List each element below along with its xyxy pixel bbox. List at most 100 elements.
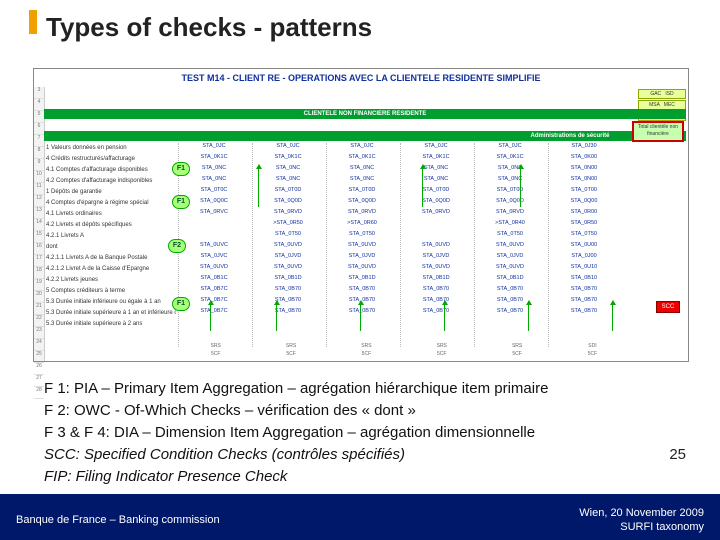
- note-line: F 1: PIA – Primary Item Aggregation – ag…: [44, 378, 684, 400]
- data-cell: STA_0R00: [554, 209, 614, 220]
- up-arrow-icon: [276, 301, 277, 331]
- row-label: 5.3 Durée initiale inférieure ou égale à…: [46, 297, 176, 308]
- data-cell: STA_0JC: [332, 143, 392, 154]
- data-cell: STA_0UVD: [184, 264, 244, 275]
- row-label: 4.1 Comptes d'affacturage disponibles: [46, 165, 176, 176]
- data-cell: STA_0B1D: [406, 275, 466, 286]
- badge: GAC: [650, 91, 661, 97]
- data-cell: STA_0JVD: [332, 253, 392, 264]
- total-clientele-box: Total clientèle non financière: [632, 121, 684, 142]
- sheet-doc-title: TEST M14 - CLIENT RE - OPERATIONS AVEC L…: [34, 73, 688, 83]
- row-label: 4.2 Livrets et dépôts spécifiques: [46, 220, 176, 231]
- data-cell: STA_0NC: [480, 176, 540, 187]
- f-badge: F1: [172, 162, 190, 176]
- data-cell: STA_0U10: [554, 264, 614, 275]
- data-cell: STA_0B70: [258, 308, 318, 319]
- f-badge: F1: [172, 297, 190, 311]
- data-cell: STA_0T50: [480, 231, 540, 242]
- up-arrow-icon: [444, 301, 445, 331]
- data-cell: STA_0B10: [554, 275, 614, 286]
- data-cell: STA_0NC: [480, 165, 540, 176]
- spreadsheet-figure: TEST M14 - CLIENT RE - OPERATIONS AVEC L…: [33, 68, 689, 362]
- footer-cell: 5CF: [329, 351, 404, 357]
- data-cell: STA_0UVD: [406, 242, 466, 253]
- data-grid: STA_0JCSTA_0JCSTA_0JCSTA_0JCSTA_0JCSTA_0…: [178, 143, 632, 347]
- data-cell: STA_0B7C: [184, 286, 244, 297]
- title-accent: [29, 10, 37, 34]
- data-cell: STA_0T0D: [480, 187, 540, 198]
- data-cell: STA_0K1C: [480, 154, 540, 165]
- footer-cell: 5CF: [253, 351, 328, 357]
- data-cell: STA_0T50: [332, 231, 392, 242]
- slide-footer: Banque de France – Banking commission Wi…: [0, 494, 720, 540]
- row-label: 4.2.2 Livrets jeunes: [46, 275, 176, 286]
- f-badge: F2: [168, 239, 186, 253]
- footer-cell: 5CF: [178, 351, 253, 357]
- row-label: 4.1 Livrets ordinaires: [46, 209, 176, 220]
- row-label: 4.2 Comptes d'affacturage indisponibles: [46, 176, 176, 187]
- data-cell: STA_0B70: [480, 308, 540, 319]
- data-cell: STA_0NC: [184, 165, 244, 176]
- data-cell: STA_0NC: [332, 176, 392, 187]
- data-cell: STA_0NC: [332, 165, 392, 176]
- data-cell: STA_0RVD: [406, 209, 466, 220]
- row-header-gutter: 3456789101112131415161718192021222324252…: [34, 87, 45, 361]
- data-cell: STA_0B1C: [184, 275, 244, 286]
- data-cell: STA_0JC: [480, 143, 540, 154]
- row-label: 5 Comptes créditeurs à terme: [46, 286, 176, 297]
- up-arrow-icon: [360, 301, 361, 331]
- footer-cell: 5CF: [404, 351, 479, 357]
- data-cell: STA_0Q0D: [332, 198, 392, 209]
- up-arrow-icon: [258, 165, 259, 207]
- up-arrow-icon: [612, 301, 613, 331]
- note-line: F 3 & F 4: DIA – Dimension Item Aggregat…: [44, 422, 684, 444]
- data-cell: STA_0T0D: [406, 187, 466, 198]
- data-cell: STA_0B70: [554, 297, 614, 308]
- data-cell: STA_0J30: [554, 143, 614, 154]
- data-cell: STA_0B1D: [258, 275, 318, 286]
- data-cell: STA_0RVD: [332, 209, 392, 220]
- footer-date: Wien, 20 November 2009: [579, 507, 704, 519]
- data-cell: STA_0JC: [406, 143, 466, 154]
- badge: MEC: [664, 102, 675, 108]
- data-cell: STA_0JVD: [258, 253, 318, 264]
- header-bar-2: PassifSociétés non financièresParticulie…: [44, 131, 686, 141]
- badge: MSA: [649, 102, 660, 108]
- page-number: 25: [669, 446, 686, 463]
- data-cell: STA_0NC: [258, 165, 318, 176]
- data-cell: STA_0K1C: [258, 154, 318, 165]
- row-label: 4 Crédits restructurés/affacturage: [46, 154, 176, 165]
- data-cell: STA_0UVD: [480, 264, 540, 275]
- footer-subtitle: SURFI taxonomy: [620, 521, 704, 533]
- footer-cell: 5CF: [479, 351, 554, 357]
- data-cell: STA_0JC: [258, 143, 318, 154]
- row-label: 5.3 Durée initiale supérieure à 2 ans: [46, 319, 176, 330]
- data-cell: STA_0B70: [554, 286, 614, 297]
- data-cell: STA_0B70: [554, 308, 614, 319]
- data-cell: STA_0B70: [258, 286, 318, 297]
- up-arrow-icon: [210, 301, 211, 331]
- data-cell: STA_0Q0C: [184, 198, 244, 209]
- footer-right: Wien, 20 November 2009 SURFI taxonomy: [579, 506, 704, 534]
- data-cell: STA_0B70: [406, 286, 466, 297]
- data-cell: STA_0B70: [480, 286, 540, 297]
- data-cell: STA_0UVD: [258, 264, 318, 275]
- notes-block: F 1: PIA – Primary Item Aggregation – ag…: [44, 378, 684, 488]
- footer-cell: 5CF: [555, 351, 630, 357]
- header-bar-1: CLIENTELE NON FINANCIERE RESIDENTE: [44, 109, 686, 119]
- slide: Types of checks - patterns TEST M14 - CL…: [0, 0, 720, 540]
- data-cell: STA_0RVC: [184, 209, 244, 220]
- data-cell: STA_0B70: [332, 286, 392, 297]
- up-arrow-icon: [528, 301, 529, 331]
- data-cell: STA_0B70: [406, 297, 466, 308]
- data-cell: >STA_0R40: [480, 220, 540, 231]
- data-cell: STA_0T50: [554, 231, 614, 242]
- data-cell: STA_0J00: [554, 253, 614, 264]
- badge: ISD: [665, 91, 673, 97]
- data-cell: STA_0UVD: [480, 242, 540, 253]
- data-cell: STA_0JVD: [480, 253, 540, 264]
- data-cell: STA_0T00: [554, 187, 614, 198]
- data-cell: STA_0NC: [258, 176, 318, 187]
- row-label: 4.2.1.2 Livret A de la Caisse d'Epargne: [46, 264, 176, 275]
- data-cell: STA_0JVD: [406, 253, 466, 264]
